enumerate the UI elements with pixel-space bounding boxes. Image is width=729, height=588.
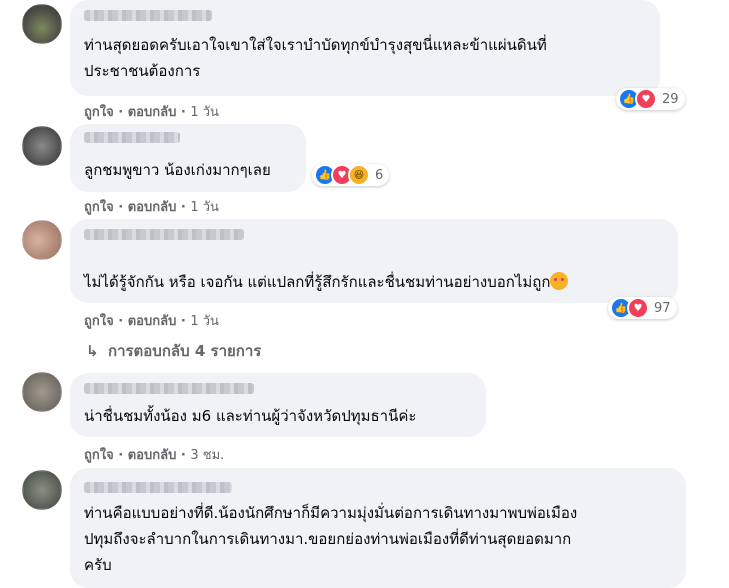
like-link[interactable]: ถูกใจ	[84, 314, 114, 329]
separator: ·	[180, 314, 186, 329]
reaction-summary[interactable]: 👍 ♥ 29	[616, 88, 685, 110]
separator: ·	[180, 200, 186, 215]
comment-bubble: น่าชื่นชมทั้งน้อง ม6 และท่านผู้ว่าจังหวั…	[70, 373, 486, 437]
like-link[interactable]: ถูกใจ	[84, 105, 114, 120]
commenter-name[interactable]	[84, 229, 244, 240]
comment-actions: ถูกใจ · ตอบกลับ · 3 ชม.	[84, 444, 224, 465]
reply-link[interactable]: ตอบกลับ	[128, 448, 177, 463]
avatar[interactable]	[22, 4, 62, 44]
separator: ·	[118, 448, 124, 463]
timestamp[interactable]: 1 วัน	[190, 200, 219, 215]
comment-actions: ถูกใจ · ตอบกลับ · 1 วัน	[84, 310, 219, 331]
avatar[interactable]	[22, 220, 62, 260]
comment-text: ท่านคือแบบอย่างที่ดี.น้องนักศึกษาก็มีควา…	[84, 504, 578, 574]
comment-text: ไม่ได้รู้จักกัน หรือ เจอกัน แต่แปลกที่รู…	[84, 269, 569, 295]
comment-bubble: ไม่ได้รู้จักกัน หรือ เจอกัน แต่แปลกที่รู…	[70, 219, 678, 303]
haha-reaction-icon: 😆	[348, 164, 370, 186]
view-replies-link[interactable]: ↳ การตอบกลับ 4 รายการ	[86, 339, 261, 363]
separator: ·	[118, 105, 124, 120]
reply-arrow-icon: ↳	[86, 342, 99, 360]
avatar[interactable]	[22, 372, 62, 412]
reaction-summary[interactable]: 👍 ♥ 😆 6	[312, 164, 390, 186]
comment-actions: ถูกใจ · ตอบกลับ · 1 วัน	[84, 196, 219, 217]
comment-actions: ถูกใจ · ตอบกลับ · 1 วัน	[84, 101, 219, 122]
love-reaction-icon: ♥	[627, 297, 649, 319]
comment-bubble: ท่านสุดยอดครับเอาใจเขาใส่ใจเราบำบัดทุกข์…	[70, 0, 660, 96]
reaction-count: 97	[654, 300, 671, 316]
like-link[interactable]: ถูกใจ	[84, 200, 114, 215]
like-link[interactable]: ถูกใจ	[84, 448, 114, 463]
separator: ·	[118, 200, 124, 215]
reaction-count: 6	[375, 167, 384, 183]
separator: ·	[180, 448, 186, 463]
timestamp[interactable]: 3 ชม.	[190, 448, 224, 463]
comment-text: ลูกชมพูขาว น้องเก่งมากๆเลย	[84, 161, 271, 179]
commenter-name[interactable]	[84, 10, 212, 21]
reaction-summary[interactable]: 👍 ♥ 97	[608, 297, 677, 319]
commenter-name[interactable]	[84, 383, 254, 394]
timestamp[interactable]: 1 วัน	[190, 105, 219, 120]
reply-link[interactable]: ตอบกลับ	[128, 314, 177, 329]
comment-bubble: ท่านคือแบบอย่างที่ดี.น้องนักศึกษาก็มีควา…	[70, 468, 686, 588]
love-reaction-icon: ♥	[635, 88, 657, 110]
comment-text: ท่านสุดยอดครับเอาใจเขาใส่ใจเราบำบัดทุกข์…	[84, 36, 547, 80]
separator: ·	[118, 314, 124, 329]
timestamp[interactable]: 1 วัน	[190, 314, 219, 329]
separator: ·	[180, 105, 186, 120]
avatar[interactable]	[22, 126, 62, 166]
comment-text: น่าชื่นชมทั้งน้อง ม6 และท่านผู้ว่าจังหวั…	[84, 407, 417, 425]
commenter-name[interactable]	[84, 132, 180, 143]
reply-link[interactable]: ตอบกลับ	[128, 105, 177, 120]
reaction-count: 29	[662, 91, 679, 107]
avatar[interactable]	[22, 470, 62, 510]
comment-bubble: ลูกชมพูขาว น้องเก่งมากๆเลย	[70, 124, 306, 192]
reply-link[interactable]: ตอบกลับ	[128, 200, 177, 215]
view-replies-label: การตอบกลับ 4 รายการ	[108, 342, 262, 360]
smiling-face-with-hearts-icon	[550, 272, 569, 290]
commenter-name[interactable]	[84, 482, 232, 493]
